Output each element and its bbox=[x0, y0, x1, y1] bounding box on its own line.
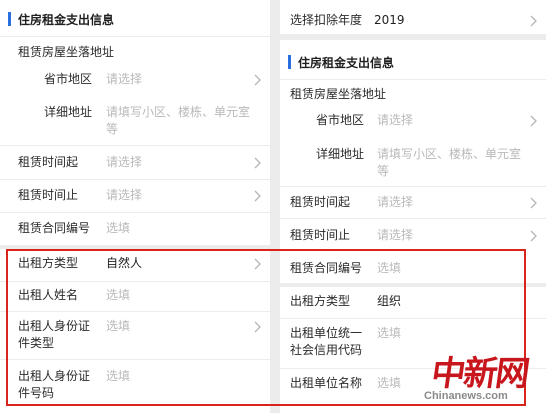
lessor-id-number-label-line2: 件号码 bbox=[18, 386, 55, 400]
contract-number-label: 租赁合同编号 bbox=[18, 221, 91, 235]
column-gutter bbox=[270, 0, 280, 413]
address-header-label: 租赁房屋坐落地址 bbox=[290, 87, 387, 101]
deduction-year-label: 选择扣除年度 bbox=[290, 13, 363, 27]
deduction-year-select[interactable]: 2019 bbox=[374, 12, 405, 29]
chevron-right-icon bbox=[252, 190, 262, 202]
lessor-name-label: 出租人姓名 bbox=[18, 288, 79, 302]
lessor-id-type-row[interactable]: 出租人身份证 件类型 选填 bbox=[0, 312, 270, 360]
lessor-type-select[interactable]: 组织 bbox=[377, 293, 401, 310]
lessor-type-label: 出租方类型 bbox=[290, 294, 351, 308]
contract-number-input[interactable]: 选填 bbox=[106, 220, 130, 237]
detail-address-row[interactable]: 详细地址 请填写小区、楼栋、单元室 等 bbox=[280, 140, 546, 187]
detail-address-input[interactable]: 请填写小区、楼栋、单元室 bbox=[106, 104, 250, 121]
lessor-name-input[interactable]: 选填 bbox=[106, 287, 130, 304]
section-accent-bar bbox=[288, 55, 291, 69]
credit-code-label: 出租单位统一 bbox=[290, 326, 363, 340]
province-label: 省市地区 bbox=[316, 113, 365, 127]
lessor-id-number-label: 出租人身份证 bbox=[18, 369, 91, 383]
contract-number-input[interactable]: 选填 bbox=[377, 260, 401, 277]
address-group-header: 租赁房屋坐落地址 bbox=[280, 80, 546, 106]
section-title: 住房租金支出信息 bbox=[18, 13, 115, 27]
rent-start-label: 租赁时间起 bbox=[18, 155, 79, 169]
detail-address-row[interactable]: 详细地址 请填写小区、楼栋、单元室 等 bbox=[0, 97, 270, 146]
watermark-logo: 中新网 Chinanews.com bbox=[424, 346, 544, 408]
detail-address-input[interactable]: 请填写小区、楼栋、单元室 bbox=[377, 146, 521, 163]
province-row[interactable]: 省市地区 请选择 bbox=[280, 106, 546, 140]
rent-end-select[interactable]: 请选择 bbox=[106, 187, 142, 204]
left-form-panel: 住房租金支出信息 租赁房屋坐落地址 省市地区 请选择 详细地址 请填写小区、楼栋… bbox=[0, 0, 270, 413]
lessor-type-label: 出租方类型 bbox=[18, 256, 79, 270]
deduction-year-row[interactable]: 选择扣除年度 2019 bbox=[280, 0, 546, 40]
province-select[interactable]: 请选择 bbox=[377, 112, 413, 129]
province-label: 省市地区 bbox=[44, 72, 93, 86]
address-header-label: 租赁房屋坐落地址 bbox=[18, 45, 115, 59]
rent-end-row[interactable]: 租赁时间止 请选择 bbox=[280, 219, 546, 252]
org-name-label: 出租单位名称 bbox=[290, 376, 363, 390]
lessor-type-row[interactable]: 出租方类型 自然人 bbox=[0, 249, 270, 282]
lessor-id-number-row[interactable]: 出租人身份证 件号码 选填 bbox=[0, 360, 270, 406]
address-group-header: 租赁房屋坐落地址 bbox=[0, 37, 270, 63]
rent-end-label: 租赁时间止 bbox=[290, 228, 351, 242]
detail-address-input-line2: 等 bbox=[377, 164, 390, 178]
rent-start-label: 租赁时间起 bbox=[290, 195, 351, 209]
rent-end-label: 租赁时间止 bbox=[18, 188, 79, 202]
contract-number-label: 租赁合同编号 bbox=[290, 261, 363, 275]
lessor-id-type-select[interactable]: 选填 bbox=[106, 318, 130, 335]
lessor-name-row[interactable]: 出租人姓名 选填 bbox=[0, 282, 270, 312]
detail-address-label: 详细地址 bbox=[44, 105, 93, 119]
rent-end-select[interactable]: 请选择 bbox=[377, 227, 413, 244]
chevron-right-icon bbox=[528, 230, 538, 242]
section-header: 住房租金支出信息 bbox=[280, 40, 546, 80]
org-name-input[interactable]: 选填 bbox=[377, 375, 401, 392]
province-select[interactable]: 请选择 bbox=[106, 71, 142, 88]
credit-code-label-line2: 社会信用代码 bbox=[290, 343, 363, 357]
contract-number-row[interactable]: 租赁合同编号 选填 bbox=[280, 252, 546, 287]
chevron-right-icon bbox=[252, 74, 262, 86]
contract-number-row[interactable]: 租赁合同编号 选填 bbox=[0, 213, 270, 249]
credit-code-input[interactable]: 选填 bbox=[377, 325, 401, 342]
detail-address-input-line2: 等 bbox=[106, 122, 119, 136]
section-title: 住房租金支出信息 bbox=[298, 56, 395, 70]
rent-start-select[interactable]: 请选择 bbox=[377, 194, 413, 211]
province-row[interactable]: 省市地区 请选择 bbox=[0, 63, 270, 97]
rent-start-row[interactable]: 租赁时间起 请选择 bbox=[0, 146, 270, 180]
lessor-id-type-label: 出租人身份证 bbox=[18, 319, 91, 333]
chevron-right-icon bbox=[252, 321, 262, 333]
lessor-type-row[interactable]: 出租方类型 组织 bbox=[280, 287, 546, 319]
detail-address-label: 详细地址 bbox=[316, 147, 365, 161]
lessor-type-select[interactable]: 自然人 bbox=[106, 255, 142, 272]
rent-start-select[interactable]: 请选择 bbox=[106, 154, 142, 171]
lessor-id-number-input[interactable]: 选填 bbox=[106, 368, 130, 385]
chevron-right-icon bbox=[528, 15, 538, 27]
chevron-right-icon bbox=[252, 157, 262, 169]
section-accent-bar bbox=[8, 12, 11, 26]
watermark-english: Chinanews.com bbox=[424, 390, 508, 402]
section-header: 住房租金支出信息 bbox=[0, 0, 270, 37]
rent-end-row[interactable]: 租赁时间止 请选择 bbox=[0, 180, 270, 213]
chevron-right-icon bbox=[528, 115, 538, 127]
lessor-id-type-label-line2: 件类型 bbox=[18, 336, 55, 350]
rent-start-row[interactable]: 租赁时间起 请选择 bbox=[280, 187, 546, 219]
watermark-chinese: 中新网 bbox=[428, 354, 531, 394]
chevron-right-icon bbox=[528, 197, 538, 209]
chevron-right-icon bbox=[252, 258, 262, 270]
